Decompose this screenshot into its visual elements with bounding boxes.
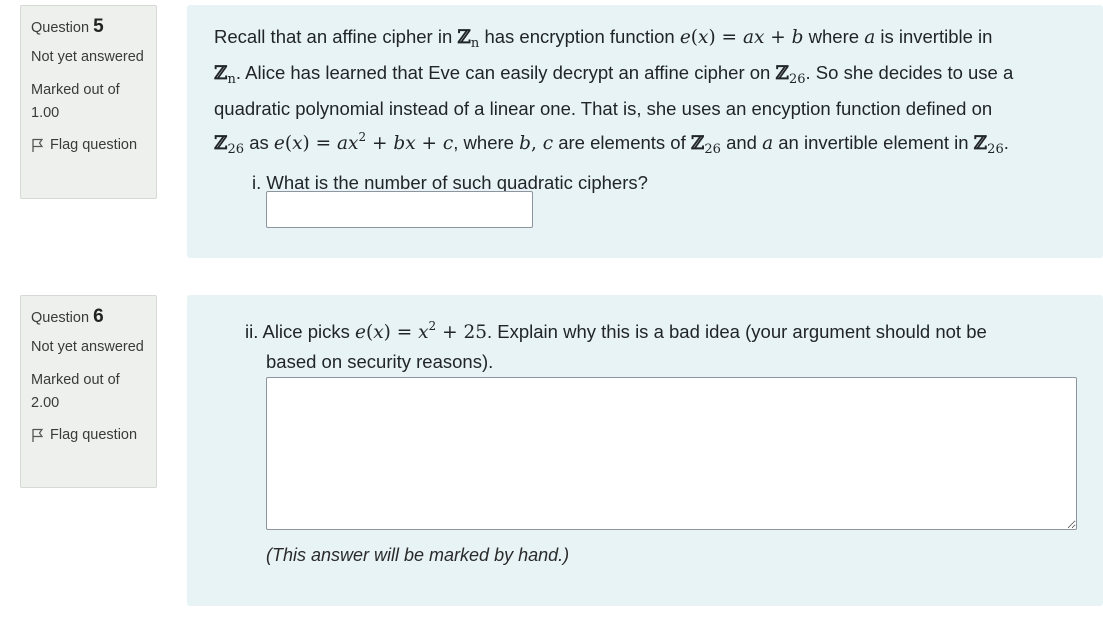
flag-icon bbox=[32, 428, 44, 442]
question-5-content: Recall that an affine cipher in ℤn has e… bbox=[187, 5, 1103, 258]
question-grade: Marked out of 2.00 bbox=[31, 372, 120, 411]
answer-textarea[interactable] bbox=[266, 377, 1077, 530]
question-number: Question 5 bbox=[31, 16, 104, 37]
answer-input[interactable] bbox=[266, 191, 533, 228]
question-6-info: Question 6 Not yet answered Marked out o… bbox=[20, 295, 157, 488]
flag-question-link[interactable]: Flag question bbox=[31, 425, 146, 445]
question-text: ii. Alice picks e(x) = x2 + 25. Explain … bbox=[245, 319, 987, 372]
question-state: Not yet answered bbox=[31, 339, 144, 355]
marking-note: (This answer will be marked by hand.) bbox=[266, 545, 570, 565]
flag-question-link[interactable]: Flag question bbox=[31, 135, 146, 155]
question-state: Not yet answered bbox=[31, 49, 144, 65]
question-6-content: ii. Alice picks e(x) = x2 + 25. Explain … bbox=[187, 295, 1103, 606]
question-grade: Marked out of 1.00 bbox=[31, 82, 120, 121]
question-5-info: Question 5 Not yet answered Marked out o… bbox=[20, 5, 157, 199]
question-number: Question 6 bbox=[31, 306, 104, 327]
flag-icon bbox=[32, 138, 44, 152]
question-text: Recall that an affine cipher in ℤn has e… bbox=[214, 22, 1094, 197]
